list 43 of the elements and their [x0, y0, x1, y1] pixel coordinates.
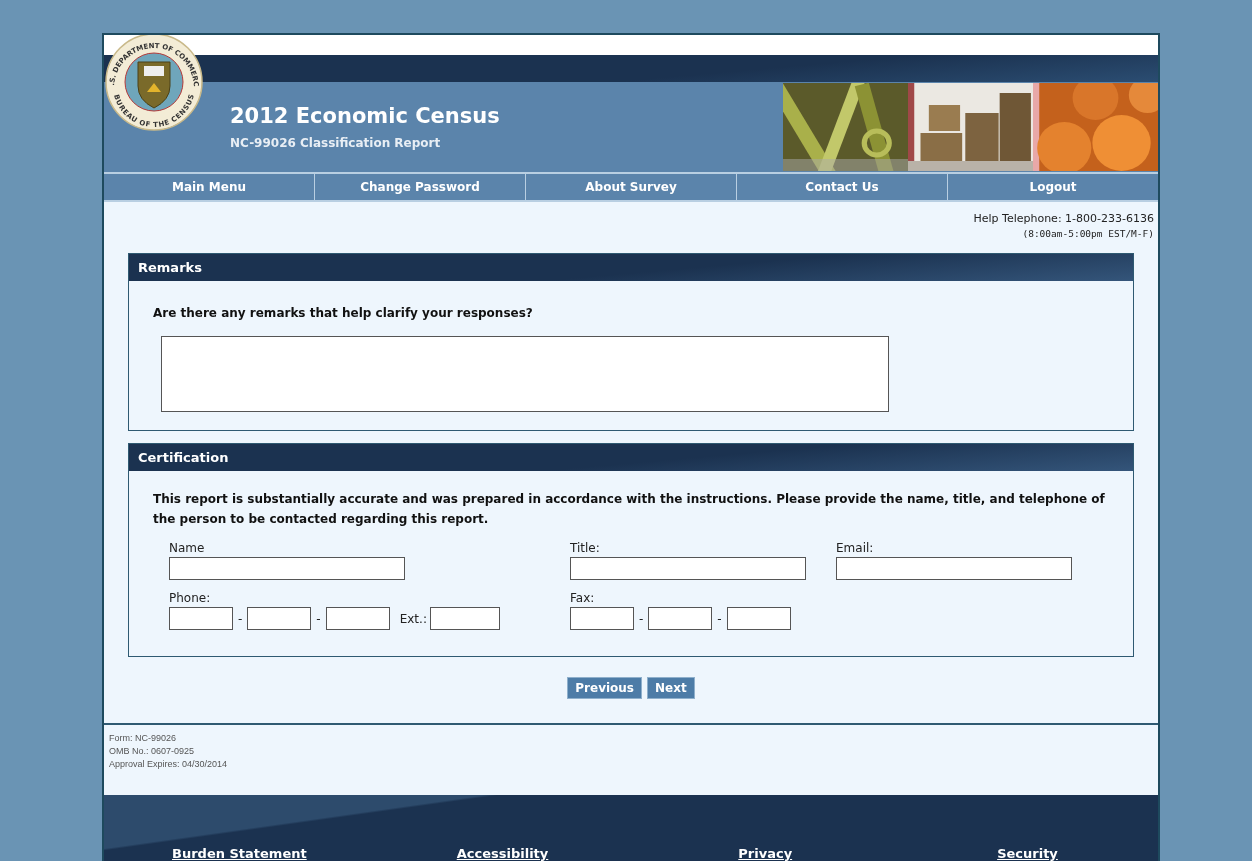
field-label: Email: [836, 541, 875, 555]
nav-button[interactable]: Previous [567, 677, 642, 699]
footer-link[interactable]: Security [997, 846, 1058, 861]
field-label: Phone: [169, 591, 212, 605]
input-field[interactable] [169, 607, 233, 630]
help-telephone: Help Telephone: 1-800-233-6136 [972, 212, 1154, 225]
input-field[interactable] [570, 607, 634, 630]
remarks-field[interactable] [161, 336, 889, 412]
section-header: Certification [129, 444, 1133, 471]
section-header: Remarks [129, 254, 1133, 281]
field-label: Ext.: [399, 611, 427, 626]
input-field[interactable] [429, 607, 500, 630]
form-info-text: OMB No.: 0607-0925 [109, 745, 196, 758]
report-subtitle: NC-99026 Classification Report [230, 136, 442, 150]
footer-link[interactable]: Accessibility [456, 846, 549, 861]
nav-link[interactable]: Change Password [315, 174, 526, 200]
input-field[interactable] [570, 557, 806, 580]
footer-link[interactable]: Burden Statement [172, 846, 307, 861]
field-label: Fax: [570, 591, 596, 605]
input-field[interactable] [648, 607, 713, 630]
nav-link[interactable]: Main Menu [104, 174, 315, 200]
separator-text: - [238, 611, 243, 626]
field-label: Name [169, 541, 206, 555]
question-text: Are there any remarks that help clarify your responses? [153, 305, 534, 322]
nav-button[interactable]: Next [647, 677, 695, 699]
field-label: Title: [570, 541, 601, 555]
help-hours: (8:00am-5:00pm EST/M-F) [1021, 228, 1154, 239]
input-field[interactable] [325, 607, 390, 630]
separator-text: - [639, 611, 644, 626]
input-field[interactable] [169, 557, 405, 580]
nav-link[interactable]: Logout [948, 174, 1158, 200]
form-info-text: Approval Expires: 04/30/2014 [109, 758, 229, 771]
input-field[interactable] [247, 607, 312, 630]
nav-link[interactable]: Contact Us [737, 174, 948, 200]
site-title: 2012 Economic Census [230, 104, 500, 128]
input-field[interactable] [836, 557, 1072, 580]
footer-link[interactable]: Privacy [738, 846, 793, 861]
separator-text: - [316, 611, 321, 626]
input-field[interactable] [726, 607, 791, 630]
form-info-text: Form: NC-99026 [109, 732, 178, 745]
instructions-text: This report is substantially accurate and was prepared in accordance with the instructions. Please provide the name, title, and telephone of the person to be contacted regarding this report. [153, 491, 1106, 528]
nav-link[interactable]: About Survey [526, 174, 737, 200]
separator-text: - [717, 611, 722, 626]
